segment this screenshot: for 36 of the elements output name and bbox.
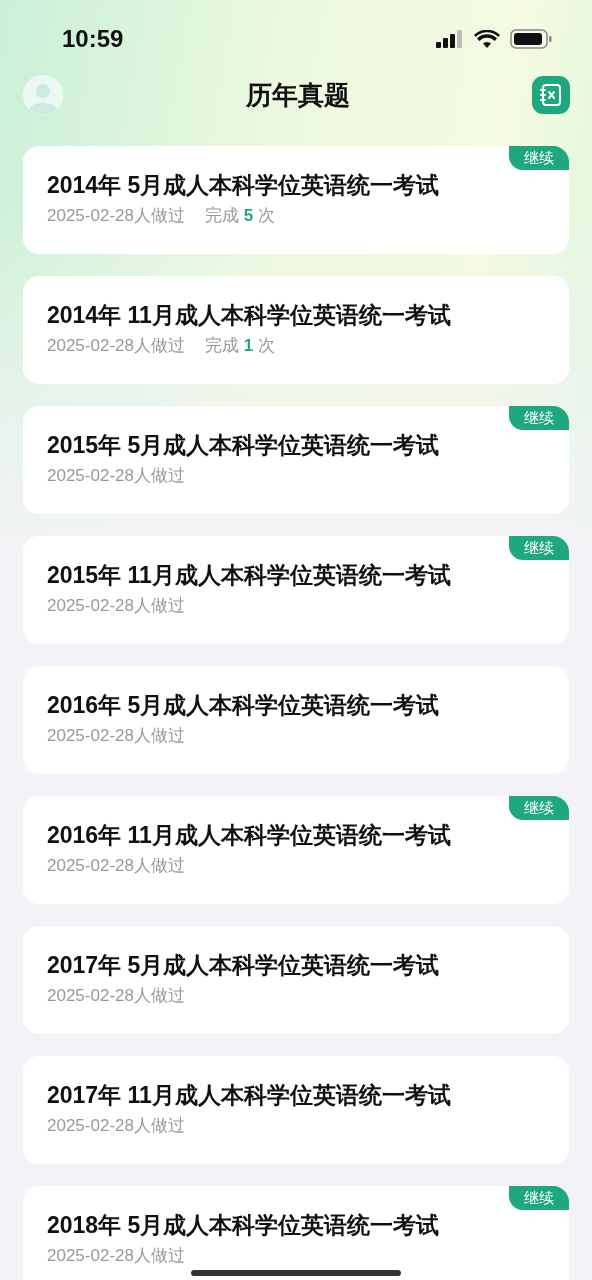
exam-card[interactable]: 2014年 5月成人本科学位英语统一考试 2025-02-28人做过 完成 5 次 继续 [23,146,569,254]
exam-title: 2016年 11月成人本科学位英语统一考试 [47,821,452,850]
signal-icon [436,30,464,48]
exam-card[interactable]: 2014年 11月成人本科学位英语统一考试 2025-02-28人做过 完成 1 次 [23,276,569,384]
exam-date: 2025-02-28人做过 [47,855,185,877]
exam-title: 2018年 5月成人本科学位英语统一考试 [47,1211,441,1240]
completion-count: 完成 5 次 [204,205,275,227]
completion-count: 完成 1 次 [204,335,275,357]
exam-title: 2015年 11月成人本科学位英语统一考试 [47,561,452,590]
exam-title: 2016年 5月成人本科学位英语统一考试 [47,691,441,720]
page-title: 历年真题 [245,78,350,112]
exam-card[interactable]: 2016年 11月成人本科学位英语统一考试 2025-02-28人做过 继续 [23,796,569,904]
exam-date: 2025-02-28人做过 [47,205,185,227]
exam-date: 2025-02-28人做过 [47,335,185,357]
exam-card[interactable]: 2015年 5月成人本科学位英语统一考试 2025-02-28人做过 继续 [23,406,569,514]
exam-card[interactable]: 2017年 5月成人本科学位英语统一考试 2025-02-28人做过 [23,926,569,1034]
exam-title: 2017年 5月成人本科学位英语统一考试 [47,951,441,980]
exam-title: 2014年 5月成人本科学位英语统一考试 [47,171,441,200]
exam-card[interactable]: 2017年 11月成人本科学位英语统一考试 2025-02-28人做过 [23,1056,569,1164]
exam-date: 2025-02-28人做过 [47,1115,185,1137]
wrong-notebook-button[interactable] [532,76,570,114]
exam-date: 2025-02-28人做过 [47,725,185,747]
exam-date: 2025-02-28人做过 [47,1245,185,1267]
notebook-icon [538,82,564,108]
exam-title: 2015年 5月成人本科学位英语统一考试 [47,431,441,460]
exam-date: 2025-02-28人做过 [47,465,185,487]
exam-date: 2025-02-28人做过 [47,595,185,617]
exam-date: 2025-02-28人做过 [47,985,185,1007]
exam-card[interactable]: 2015年 11月成人本科学位英语统一考试 2025-02-28人做过 继续 [23,536,569,644]
exam-title: 2017年 11月成人本科学位英语统一考试 [47,1081,452,1110]
exam-card[interactable]: 2018年 5月成人本科学位英语统一考试 2025-02-28人做过 继续 [23,1186,569,1280]
battery-icon [510,29,552,49]
wifi-icon [474,30,500,48]
exam-card[interactable]: 2016年 5月成人本科学位英语统一考试 2025-02-28人做过 [23,666,569,774]
exam-title: 2014年 11月成人本科学位英语统一考试 [47,301,452,330]
status-time: 10:59 [62,25,124,53]
